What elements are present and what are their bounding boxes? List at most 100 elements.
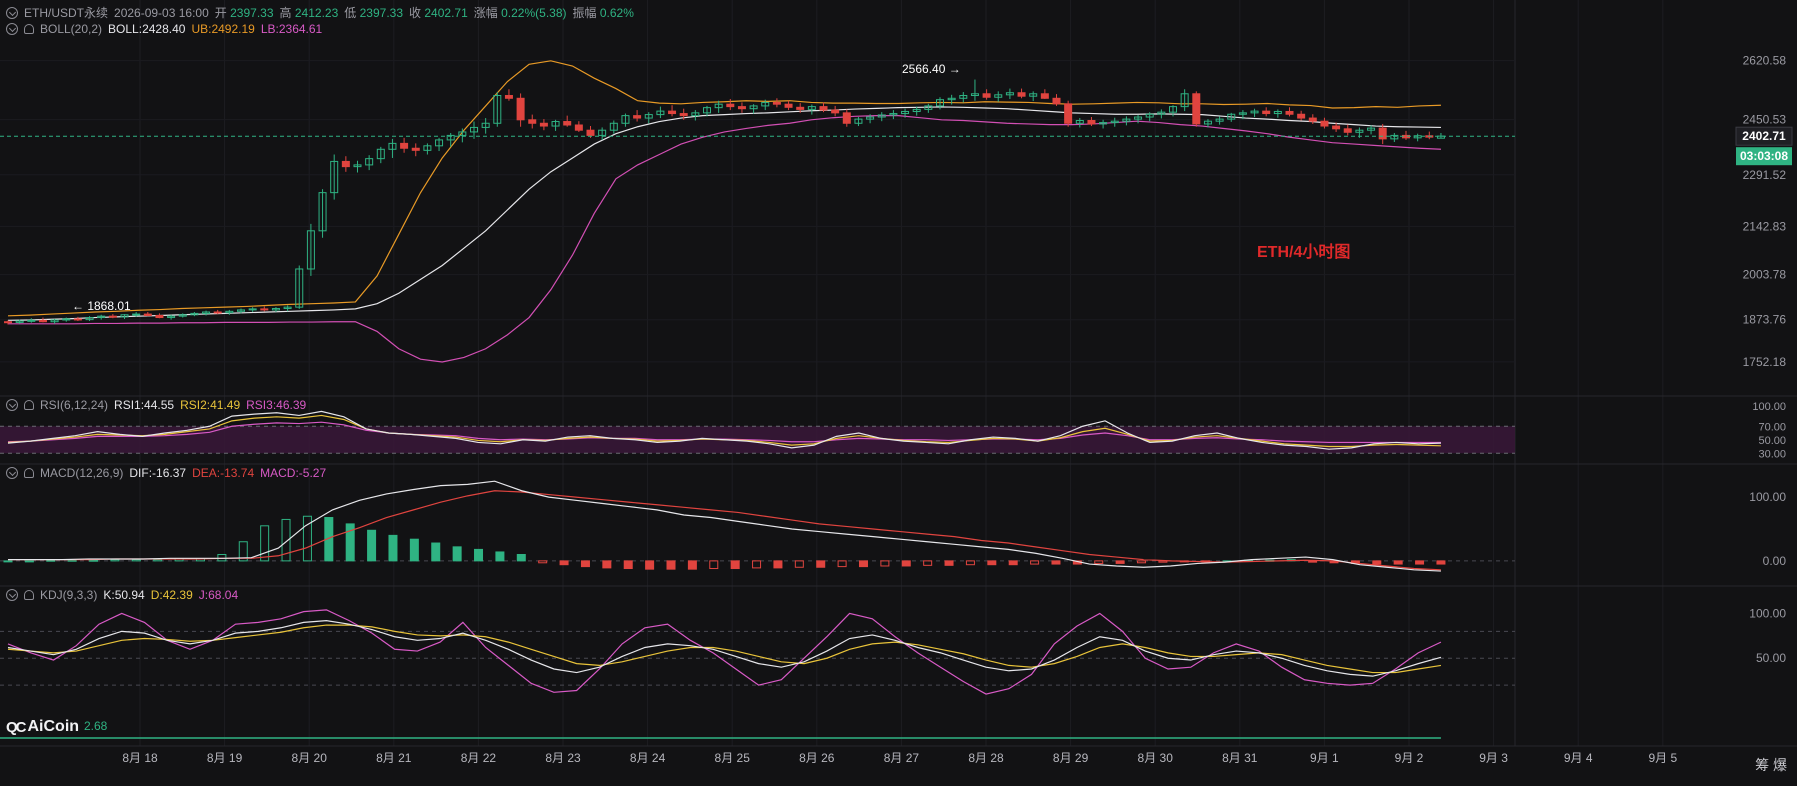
close-label: 收	[409, 6, 422, 20]
macd-hist-bar	[260, 525, 270, 562]
candle-body	[784, 103, 793, 108]
macd-hist-bar	[538, 560, 548, 564]
macd-hist-bar	[1372, 560, 1382, 565]
low-label: 低	[344, 6, 357, 20]
macd-hist-bar	[580, 560, 590, 568]
macd-hist-bar	[773, 560, 783, 569]
macd-hist-bar	[89, 559, 99, 562]
macd-hist-bar	[559, 560, 569, 566]
x-tick-label: 8月 24	[630, 751, 666, 765]
candle-body	[831, 109, 840, 114]
chart-canvas[interactable]: 8月 18 8月 19 8月 20 8月 21 8月 22 8月 23 8月 24 8月 25…	[0, 0, 1797, 781]
candle-body	[155, 314, 164, 319]
price-tick-label: 1873.76	[1743, 313, 1787, 327]
collapse-icon[interactable]	[6, 23, 18, 35]
chart-stage[interactable]: 8月 18 8月 19 8月 20 8月 21 8月 22 8月 23 8月 24 8月 25…	[0, 0, 1797, 781]
candle-body	[574, 124, 583, 131]
aicoin-logo: QC AiCoin	[6, 718, 79, 736]
boll-name: BOLL(20,2)	[40, 22, 103, 36]
x-tick-label: 8月 22	[461, 751, 497, 765]
candle-body	[737, 106, 746, 110]
macd-hist-bar	[1436, 560, 1446, 565]
candle-body	[586, 129, 595, 136]
macd-hist-bar	[24, 560, 34, 563]
macd-hist-bar	[687, 560, 697, 570]
x-tick-label: 9月 3	[1479, 751, 1508, 765]
rsi2-value: RSI2:41.49	[180, 398, 241, 412]
low-marker-label: ← 1868.01	[72, 299, 131, 313]
candle-body	[1332, 125, 1341, 130]
symbol-label: ETH/USDT永续	[24, 6, 109, 20]
low-value: 2397.33	[359, 6, 404, 20]
ohlc-header: ETH/USDT永续 2026-09-03 16:00 开 2397.33 高 …	[6, 4, 634, 21]
macd-hist-bar	[944, 560, 954, 566]
change-value: 0.22%(5.38)	[501, 6, 567, 20]
candle-body	[213, 311, 222, 314]
macd-hist-bar	[1051, 560, 1061, 565]
candle-body	[260, 308, 269, 311]
candle-body	[1297, 113, 1306, 119]
macd-hist-bar	[1094, 560, 1104, 564]
candle-body	[1064, 103, 1073, 124]
x-tick-label: 8月 29	[1053, 751, 1089, 765]
kdj-tick-label: 100.00	[1749, 606, 1786, 620]
candle-body	[1320, 120, 1329, 127]
corner-tools[interactable]: 筹 爆	[1755, 755, 1787, 775]
boll-mid-line	[7, 106, 1441, 321]
macd-name: MACD(12,26,9)	[40, 466, 124, 480]
candle-body	[796, 106, 805, 110]
macd-hist-bar	[794, 560, 804, 568]
rsi-tick-label: 30.00	[1758, 448, 1786, 460]
macd-hist-bar	[645, 560, 655, 570]
x-tick-label: 8月 26	[799, 751, 835, 765]
macd-hist-bar	[516, 554, 526, 562]
candle-body	[341, 160, 350, 168]
alert-bell-icon[interactable]	[24, 468, 34, 478]
boll-header: BOLL(20,2) BOLL:2428.40 UB:2492.19 LB:23…	[6, 22, 322, 36]
boll-upper-line	[7, 60, 1441, 317]
collapse-icon[interactable]	[6, 399, 18, 411]
macd-hist-bar	[3, 560, 13, 563]
candle-body	[1343, 128, 1352, 133]
alert-bell-icon[interactable]	[24, 590, 34, 600]
chart-note-label: ETH/4小时图	[1257, 243, 1350, 261]
alert-bell-icon[interactable]	[24, 400, 34, 410]
boll-lb-value: LB:2364.61	[260, 22, 323, 36]
candle-body	[1308, 117, 1317, 122]
price-tag-label: 2402.71	[1742, 129, 1786, 143]
rsi-name: RSI(6,12,24)	[40, 398, 109, 412]
kdj-pane	[0, 609, 1515, 739]
macd-hist-bar	[816, 560, 826, 568]
macd-hist-bar	[452, 546, 462, 562]
macd-hist-bar	[730, 560, 740, 570]
candle-body	[1040, 93, 1049, 99]
macd-hist-bar	[131, 559, 141, 562]
alert-bell-icon[interactable]	[24, 24, 34, 34]
x-tick-label: 8月 31	[1222, 751, 1258, 765]
logo-text: AiCoin	[27, 718, 80, 735]
price-tick-label: 2620.58	[1743, 54, 1787, 68]
x-tick-label: 8月 20	[292, 751, 328, 765]
price-tick-label: 2450.53	[1743, 113, 1787, 127]
boll-ub-value: UB:2492.19	[191, 22, 255, 36]
x-tick-label: 8月 27	[884, 751, 920, 765]
collapse-icon[interactable]	[6, 467, 18, 479]
macd-hist-bar	[837, 560, 847, 568]
rsi-tick-label: 50.00	[1758, 435, 1786, 447]
macd-hist-bar	[110, 559, 120, 562]
kdj-name: KDJ(9,3,3)	[40, 588, 98, 602]
x-tick-label: 9月 5	[1648, 751, 1677, 765]
candle-body	[668, 110, 677, 115]
candle-body	[772, 101, 781, 105]
candle-body	[4, 321, 12, 324]
collapse-icon[interactable]	[6, 6, 18, 19]
macd-hist-bar	[1008, 560, 1018, 566]
macd-hist-bar	[923, 560, 933, 566]
collapse-icon[interactable]	[6, 589, 18, 601]
high-value: 2412.23	[294, 6, 339, 20]
high-label: 高	[279, 6, 292, 20]
candle-body	[726, 103, 735, 108]
candle-body	[633, 115, 642, 119]
candle-body	[982, 93, 991, 98]
amp-label: 振幅	[572, 6, 597, 20]
